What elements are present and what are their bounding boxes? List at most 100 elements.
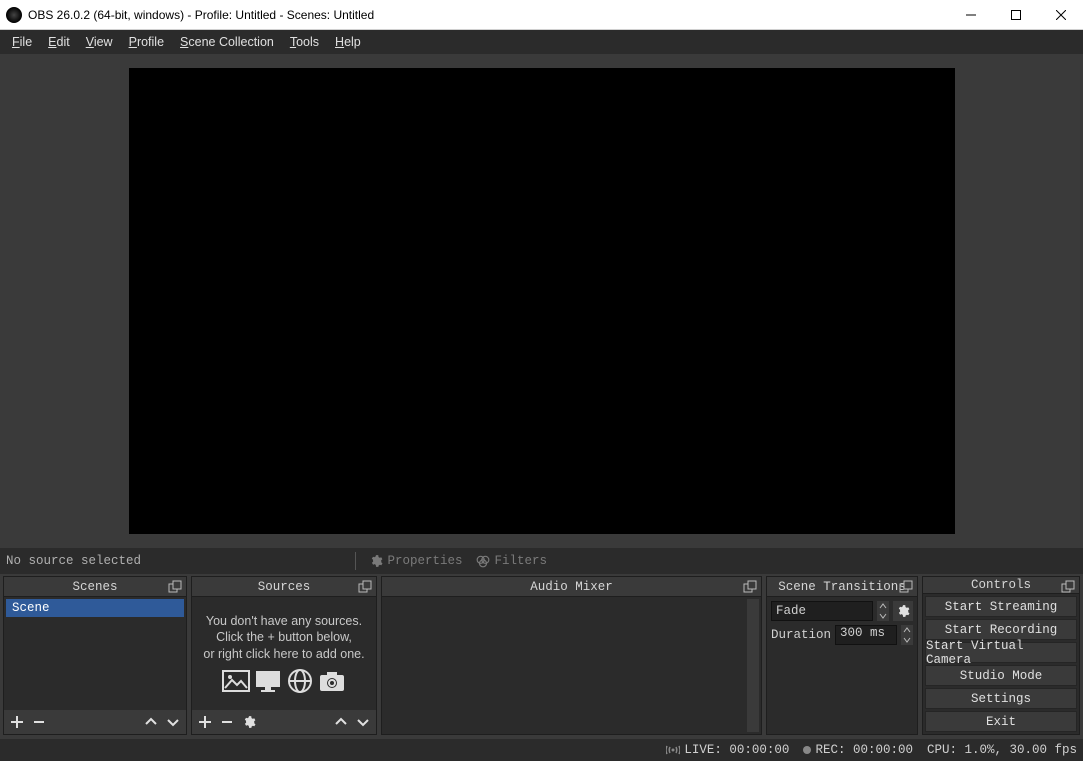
dock-detach-icon[interactable] xyxy=(743,580,757,594)
browser-source-icon xyxy=(286,668,314,694)
window-title: OBS 26.0.2 (64-bit, windows) - Profile: … xyxy=(28,8,948,22)
add-scene-button[interactable] xyxy=(6,711,28,733)
sources-dock: Sources You don't have any sources. Clic… xyxy=(191,576,377,735)
move-source-down-button[interactable] xyxy=(352,711,374,733)
scene-item[interactable]: Scene xyxy=(6,599,184,617)
transition-select[interactable]: Fade xyxy=(771,601,873,621)
menu-view[interactable]: View xyxy=(78,32,121,52)
filters-button[interactable]: Filters xyxy=(472,553,551,569)
controls-dock-header[interactable]: Controls xyxy=(923,577,1079,594)
scene-transitions-dock: Scene Transitions Fade xyxy=(766,576,918,735)
record-dot-icon xyxy=(803,746,811,754)
cpu-status: CPU: 1.0%, 30.00 fps xyxy=(927,743,1077,757)
gear-icon xyxy=(369,554,383,568)
duration-spinner[interactable] xyxy=(901,625,913,645)
source-properties-button[interactable] xyxy=(238,711,260,733)
mixer-scrollbar[interactable] xyxy=(747,599,759,732)
studio-mode-button[interactable]: Studio Mode xyxy=(925,665,1077,686)
sources-empty-line2: Click the + button below, xyxy=(216,629,352,645)
sources-empty-line3: or right click here to add one. xyxy=(203,646,364,662)
cpu-label: CPU: 1.0%, 30.00 fps xyxy=(927,743,1077,757)
menubar: File Edit View Profile Scene Collection … xyxy=(0,30,1083,54)
dock-detach-icon[interactable] xyxy=(1061,580,1075,594)
sources-empty-line1: You don't have any sources. xyxy=(206,613,362,629)
properties-button[interactable]: Properties xyxy=(365,553,466,569)
transition-spinner[interactable] xyxy=(877,601,889,621)
chevron-up-icon xyxy=(901,625,913,635)
move-scene-down-button[interactable] xyxy=(162,711,184,733)
controls-body: Start Streaming Start Recording Start Vi… xyxy=(923,594,1079,734)
move-source-up-button[interactable] xyxy=(330,711,352,733)
dock-detach-icon[interactable] xyxy=(358,580,372,594)
minimize-button[interactable] xyxy=(948,0,993,30)
controls-dock: Controls Start Streaming Start Recording… xyxy=(922,576,1080,735)
scenes-footer xyxy=(4,710,186,734)
chevron-down-icon xyxy=(901,635,913,645)
sources-type-icons xyxy=(222,668,346,694)
dock-detach-icon[interactable] xyxy=(168,580,182,594)
statusbar: LIVE: 00:00:00 REC: 00:00:00 CPU: 1.0%, … xyxy=(0,739,1083,761)
obs-app-icon xyxy=(6,7,22,23)
window-controls xyxy=(948,0,1083,30)
controls-title: Controls xyxy=(971,578,1031,592)
sources-dock-header[interactable]: Sources xyxy=(192,577,376,597)
filters-icon xyxy=(476,554,490,568)
menu-file[interactable]: File xyxy=(4,32,40,52)
move-scene-up-button[interactable] xyxy=(140,711,162,733)
remove-source-button[interactable] xyxy=(216,711,238,733)
scenes-title: Scenes xyxy=(72,580,117,594)
duration-value: 300 ms xyxy=(840,626,885,640)
remove-scene-button[interactable] xyxy=(28,711,50,733)
transition-properties-button[interactable] xyxy=(893,601,913,621)
start-streaming-button[interactable]: Start Streaming xyxy=(925,596,1077,617)
image-source-icon xyxy=(222,668,250,694)
sources-list[interactable]: You don't have any sources. Click the + … xyxy=(192,597,376,710)
sources-footer xyxy=(192,710,376,734)
transitions-dock-header[interactable]: Scene Transitions xyxy=(767,577,917,597)
preview-container xyxy=(0,54,1083,548)
properties-label: Properties xyxy=(387,554,462,568)
menu-scene-collection[interactable]: Scene Collection xyxy=(172,32,282,52)
exit-button[interactable]: Exit xyxy=(925,711,1077,732)
chevron-down-icon xyxy=(877,611,889,621)
broadcast-icon xyxy=(666,745,680,755)
source-status-label: No source selected xyxy=(6,554,141,568)
mixer-dock-header[interactable]: Audio Mixer xyxy=(382,577,761,597)
add-source-button[interactable] xyxy=(194,711,216,733)
source-toolbar: No source selected Properties Filters xyxy=(0,548,1083,574)
menu-tools[interactable]: Tools xyxy=(282,32,327,52)
duration-label: Duration xyxy=(771,628,831,642)
close-button[interactable] xyxy=(1038,0,1083,30)
live-label: LIVE: 00:00:00 xyxy=(684,743,789,757)
menu-profile[interactable]: Profile xyxy=(121,32,172,52)
sources-empty-hint: You don't have any sources. Click the + … xyxy=(194,599,374,708)
menu-edit[interactable]: Edit xyxy=(40,32,78,52)
transitions-title: Scene Transitions xyxy=(778,580,906,594)
scenes-dock-header[interactable]: Scenes xyxy=(4,577,186,597)
audio-mixer-dock: Audio Mixer xyxy=(381,576,762,735)
docks-container: Scenes Scene Sources xyxy=(0,574,1083,739)
menu-help[interactable]: Help xyxy=(327,32,369,52)
rec-label: REC: 00:00:00 xyxy=(815,743,913,757)
dock-detach-icon[interactable] xyxy=(899,580,913,594)
live-status: LIVE: 00:00:00 xyxy=(666,743,789,757)
maximize-button[interactable] xyxy=(993,0,1038,30)
chevron-up-icon xyxy=(877,601,889,611)
duration-input[interactable]: 300 ms xyxy=(835,625,897,645)
scenes-dock: Scenes Scene xyxy=(3,576,187,735)
rec-status: REC: 00:00:00 xyxy=(803,743,913,757)
start-recording-button[interactable]: Start Recording xyxy=(925,619,1077,640)
settings-button[interactable]: Settings xyxy=(925,688,1077,709)
window-titlebar: OBS 26.0.2 (64-bit, windows) - Profile: … xyxy=(0,0,1083,30)
sources-title: Sources xyxy=(258,580,311,594)
transition-selected: Fade xyxy=(776,604,806,618)
start-virtual-camera-button[interactable]: Start Virtual Camera xyxy=(925,642,1077,663)
mixer-title: Audio Mixer xyxy=(530,580,613,594)
camera-source-icon xyxy=(318,668,346,694)
mixer-body xyxy=(382,597,761,734)
app-body: File Edit View Profile Scene Collection … xyxy=(0,30,1083,761)
scenes-list[interactable]: Scene xyxy=(4,597,186,710)
display-source-icon xyxy=(254,668,282,694)
transitions-body: Fade Duration 300 ms xyxy=(767,597,917,653)
preview-canvas[interactable] xyxy=(129,68,955,534)
